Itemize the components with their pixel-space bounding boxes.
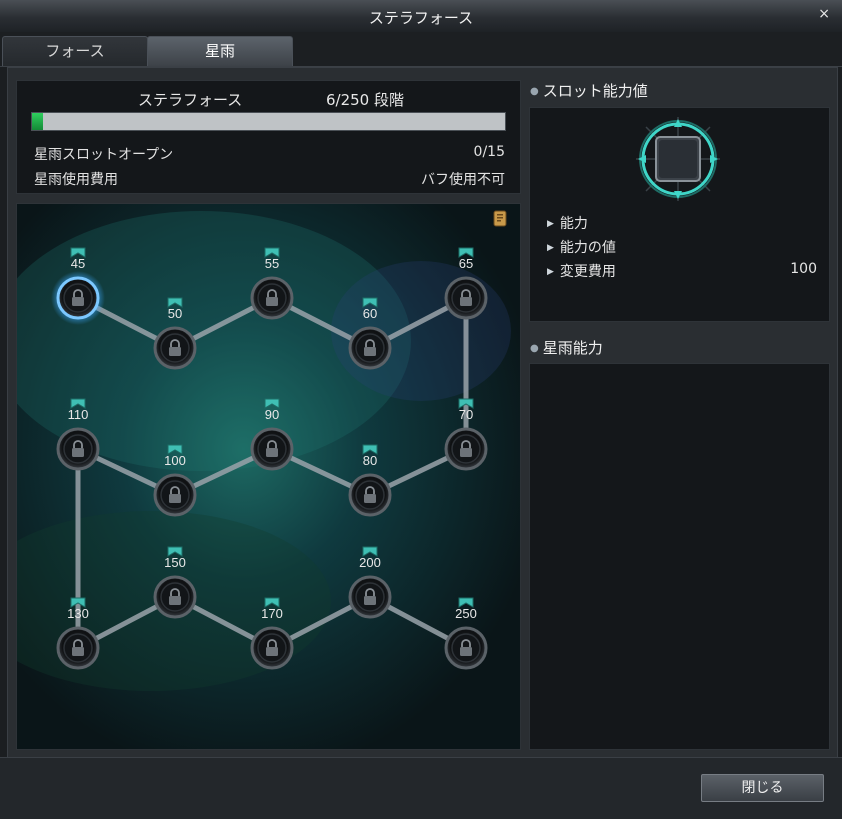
- slot-ability-heading: ● スロット能力値: [530, 80, 648, 101]
- slot-emblem-icon: [636, 117, 720, 201]
- info-title: ステラフォース: [138, 91, 243, 109]
- starrain-ability-heading: ● 星雨能力: [530, 337, 603, 358]
- ability-value-row: ▶ 能力の値: [547, 237, 616, 257]
- slot-level-label: 110: [68, 407, 89, 422]
- change-cost-row: ▶ 変更費用: [547, 261, 616, 281]
- slot-level-label: 90: [265, 407, 279, 422]
- constellation-map: 45 50 55 60 65 70 80 90 100 110 130 150 170 200 250: [16, 203, 521, 750]
- slot-level-label: 170: [261, 606, 283, 621]
- ability-value-label: 能力の値: [559, 240, 616, 256]
- slot-level-label: 100: [164, 453, 186, 468]
- triangle-bullet-icon: ▶: [547, 219, 554, 229]
- usage-cost-value: バフ使用不可: [421, 172, 505, 188]
- slot-ability-heading-text: スロット能力値: [542, 82, 648, 100]
- window-title: ステラフォース: [368, 9, 474, 27]
- slot-level-label: 150: [164, 555, 186, 570]
- usage-cost-label: 星雨使用費用: [34, 172, 118, 188]
- slot-level-label: 60: [363, 306, 377, 321]
- stage-counter: 6/250 段階: [326, 91, 404, 109]
- bullet-dot-icon: ●: [530, 86, 539, 97]
- starrain-ability-heading-text: 星雨能力: [542, 339, 603, 357]
- slot-level-label: 55: [265, 256, 279, 271]
- ability-row: ▶ 能力: [547, 213, 588, 233]
- stage-progress-bar: [31, 112, 506, 131]
- close-button[interactable]: 閉じる: [701, 774, 824, 802]
- starrain-ability-panel: [529, 363, 830, 750]
- bullet-dot-icon: ●: [530, 343, 539, 354]
- slot-level-label: 250: [455, 606, 477, 621]
- slot-level-label: 70: [459, 407, 473, 422]
- slot-level-label: 200: [359, 555, 381, 570]
- slot-level-label: 80: [363, 453, 377, 468]
- slot-open-label: 星雨スロットオープン: [34, 147, 174, 163]
- slot-level-label: 50: [168, 306, 182, 321]
- stage-progress-fill: [32, 113, 44, 130]
- scroll-icon[interactable]: [491, 209, 509, 229]
- slot-level-label: 65: [459, 256, 473, 271]
- ability-label: 能力: [559, 216, 588, 232]
- slot-level-label: 45: [71, 256, 85, 271]
- tab-force[interactable]: フォース: [2, 36, 148, 66]
- change-cost-label: 変更費用: [559, 264, 616, 280]
- change-cost-value: 100: [790, 261, 817, 277]
- tab-starrain[interactable]: 星雨: [147, 36, 293, 66]
- constellation-canvas: 45 50 55 60 65 70 80 90 100 110 130 150 170 200 250: [17, 204, 520, 749]
- slot-level-label: 130: [67, 606, 89, 621]
- slot-open-value: 0/15: [473, 144, 505, 160]
- triangle-bullet-icon: ▶: [547, 267, 554, 277]
- close-icon[interactable]: ×: [818, 6, 830, 22]
- tab-bar: フォース 星雨: [0, 32, 842, 67]
- triangle-bullet-icon: ▶: [547, 243, 554, 253]
- title-bar: ステラフォース ×: [0, 0, 842, 33]
